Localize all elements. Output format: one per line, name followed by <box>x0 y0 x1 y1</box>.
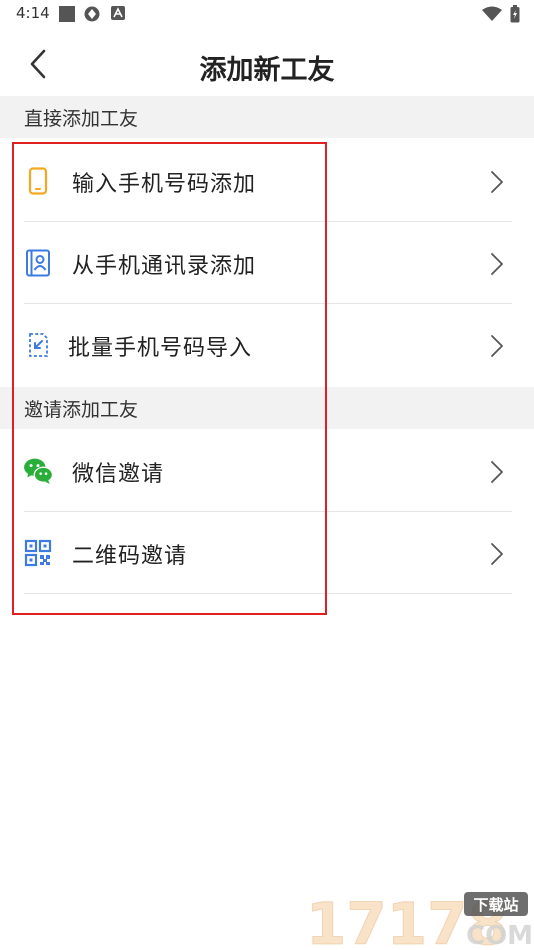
section-title: 直接添加工友 <box>24 107 139 130</box>
status-time: 4:14 <box>16 4 50 22</box>
section-title: 邀请添加工友 <box>24 398 139 421</box>
wifi-icon <box>482 6 502 21</box>
chevron-right-icon <box>491 253 503 275</box>
row-label: 从手机通讯录添加 <box>72 254 257 279</box>
row-label: 二维码邀请 <box>72 544 188 569</box>
app-notification-icon <box>111 6 125 20</box>
sync-icon <box>84 6 100 22</box>
qr-code-icon <box>24 539 52 567</box>
import-file-icon <box>29 333 48 357</box>
add-by-phone-row[interactable]: 输入手机号码添加 <box>0 140 534 222</box>
chevron-right-icon <box>491 461 503 483</box>
chevron-right-icon <box>491 543 503 565</box>
wechat-icon <box>24 458 53 484</box>
contacts-book-icon <box>26 249 50 277</box>
divider <box>24 593 512 594</box>
app-bar: 添加新工友 <box>0 30 534 96</box>
qr-code-invite-row[interactable]: 二维码邀请 <box>0 512 534 594</box>
phone-icon <box>28 167 48 195</box>
add-from-contacts-row[interactable]: 从手机通讯录添加 <box>0 222 534 304</box>
bulk-import-row[interactable]: 批量手机号码导入 <box>0 304 534 386</box>
row-label: 微信邀请 <box>72 462 165 487</box>
notification-square-icon <box>59 6 75 22</box>
watermark-logo: 17178 下载站 COM <box>306 890 533 950</box>
page-title: 添加新工友 <box>199 55 335 86</box>
watermark-badge: 下载站 <box>473 896 518 914</box>
chevron-right-icon <box>491 171 503 193</box>
battery-icon <box>510 5 520 23</box>
status-bar: 4:14 <box>0 0 534 30</box>
section-header-invite: 邀请添加工友 <box>0 387 534 429</box>
row-label: 批量手机号码导入 <box>68 336 253 361</box>
watermark-suffix: COM <box>466 921 532 950</box>
row-label: 输入手机号码添加 <box>72 172 257 197</box>
wechat-invite-row[interactable]: 微信邀请 <box>0 430 534 512</box>
chevron-right-icon <box>491 335 503 357</box>
section-header-direct-add: 直接添加工友 <box>0 96 534 138</box>
